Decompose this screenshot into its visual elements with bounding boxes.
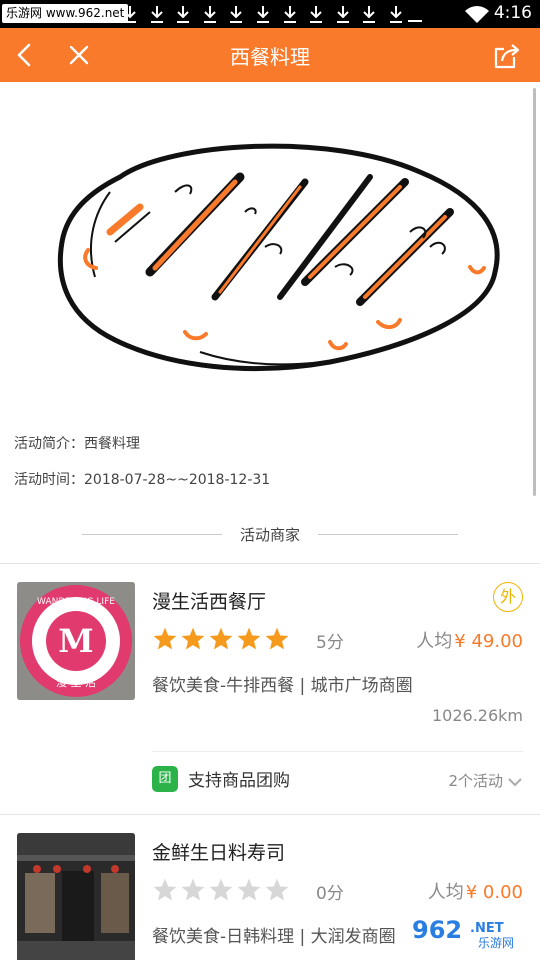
activity-intro: 活动简介：西餐料理: [14, 433, 140, 453]
rating-score: 5分: [316, 633, 344, 653]
rating-stars: [152, 626, 292, 652]
intro-label: 活动简介：: [14, 436, 84, 452]
watermark-net: .NET: [470, 921, 504, 936]
activities-count: 2个活动: [448, 772, 503, 790]
app-header: 西餐料理: [0, 28, 540, 82]
merchant-logo: M WANDERING LIFE 漫 生 活: [17, 582, 135, 700]
star-icon: [181, 627, 205, 650]
watermark-logo: 962 .NET 乐游网: [406, 914, 534, 950]
average-label: 人均: [427, 882, 464, 903]
delivery-badge: 外: [493, 582, 523, 612]
close-icon[interactable]: [64, 40, 94, 70]
wifi-icon: [465, 6, 489, 24]
download-icon: [177, 6, 190, 23]
star-icon: [265, 627, 289, 650]
steak-illustration: [57, 143, 500, 372]
merchant-category: 餐饮美食-日韩料理 | 大润发商圈: [152, 927, 396, 947]
logo-text-bottom: 漫 生 活: [56, 675, 96, 689]
activity-time: 活动时间：2018-07-28~~2018-12-31: [14, 469, 270, 489]
status-site-label: 乐游网 www.962.net: [2, 4, 129, 23]
group-buy-icon: 团: [152, 766, 178, 792]
section-divider-right: [318, 534, 458, 535]
merchant-name[interactable]: 金鲜生日料寿司: [152, 838, 285, 865]
download-icon: [390, 6, 402, 23]
download-icon: [124, 6, 136, 23]
card-divider: [152, 751, 523, 752]
merchant-distance: 1026.26km: [431, 706, 523, 725]
merchant-photo: [17, 833, 135, 960]
status-time: 4:16: [493, 3, 532, 23]
download-icon: [257, 6, 269, 23]
group-buy-text: 支持商品团购: [188, 771, 290, 791]
watermark-sub: 乐游网: [478, 936, 514, 950]
logo-text-top: WANDERING LIFE: [37, 597, 115, 607]
back-icon[interactable]: [10, 40, 40, 70]
status-bar: 乐游网 www.962.net 4:16: [0, 0, 540, 28]
signal-icon: [408, 20, 422, 22]
star-icon: [209, 878, 233, 901]
star-icon: [237, 878, 261, 901]
scroll-indicator[interactable]: [533, 88, 536, 496]
intro-value: 西餐料理: [84, 436, 140, 452]
section-title: 活动商家: [239, 526, 300, 544]
activities-toggle[interactable]: 2个活动: [448, 770, 523, 791]
download-icon: [283, 6, 296, 23]
time-label: 活动时间：: [14, 472, 84, 488]
merchant-category: 餐饮美食-牛排西餐 | 城市广场商圈: [152, 676, 413, 696]
download-icon: [336, 6, 349, 23]
star-icon: [265, 878, 289, 901]
average-value: ¥ 0.00: [465, 882, 523, 903]
star-icon: [181, 878, 205, 901]
time-value: 2018-07-28~~2018-12-31: [84, 472, 271, 488]
star-icon: [153, 627, 177, 650]
section-header: 活动商家: [0, 523, 540, 547]
download-icon: [310, 6, 323, 23]
logo-letter: M: [58, 622, 93, 660]
average-label: 人均: [416, 631, 453, 652]
star-icon: [237, 627, 261, 650]
rating-score: 0分: [316, 884, 344, 904]
activity-banner: [0, 82, 540, 412]
rating-stars: [152, 877, 292, 903]
average-price: 人均 ¥ 49.00: [416, 627, 523, 653]
download-icon: [150, 6, 163, 23]
watermark-962: 962: [412, 916, 462, 944]
star-icon: [153, 878, 177, 901]
download-icon: [363, 6, 376, 23]
star-icon: [209, 627, 233, 650]
average-value: ¥ 49.00: [454, 631, 523, 652]
chevron-down-icon: [508, 777, 522, 786]
merchant-card[interactable]: M WANDERING LIFE 漫 生 活 漫生活西餐厅 外 5分 人均 ¥ 4…: [0, 564, 540, 814]
average-price: 人均 ¥ 0.00: [428, 878, 523, 904]
share-icon[interactable]: [492, 40, 524, 72]
merchant-name[interactable]: 漫生活西餐厅: [152, 587, 266, 614]
download-icon: [230, 6, 243, 23]
download-icon: [203, 6, 216, 23]
